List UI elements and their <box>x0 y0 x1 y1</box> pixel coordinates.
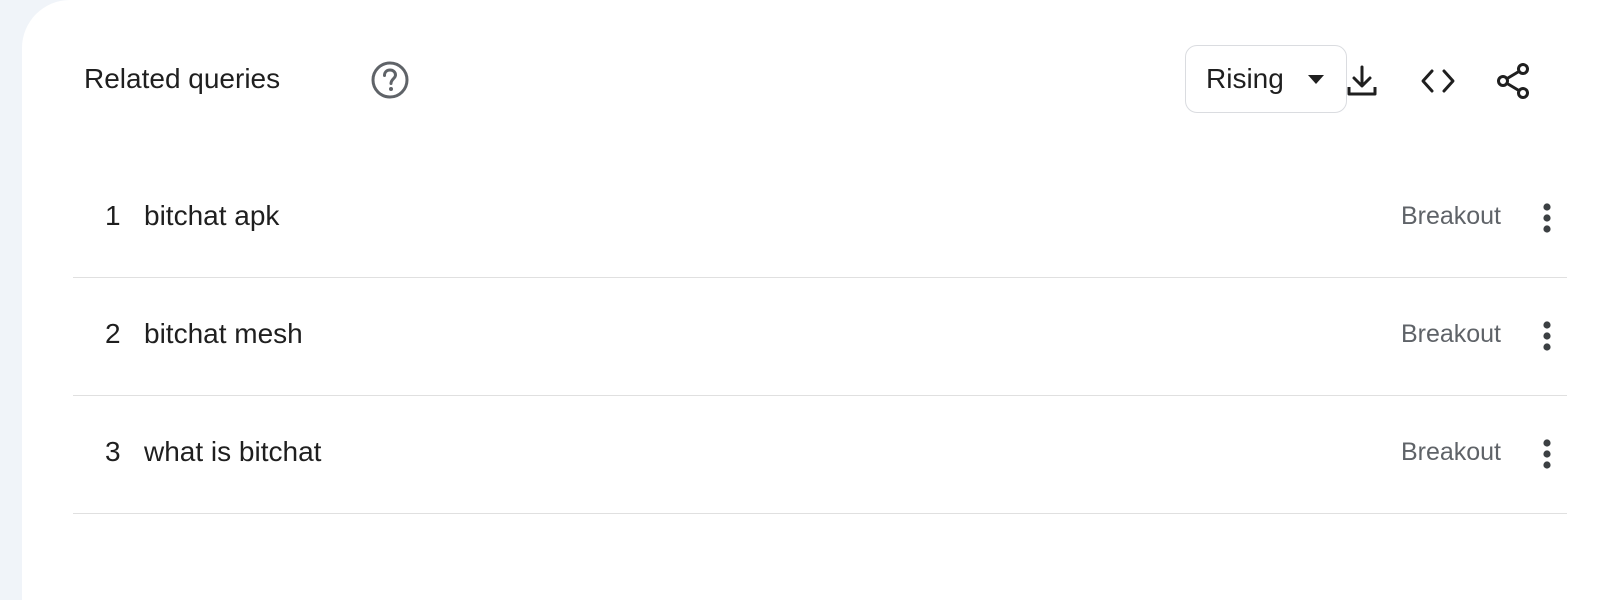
query-text[interactable]: bitchat mesh <box>144 318 303 350</box>
query-text[interactable]: what is bitchat <box>144 436 321 468</box>
more-vert-icon[interactable] <box>1533 314 1561 358</box>
caret-down-icon <box>1308 75 1324 84</box>
code-icon[interactable] <box>1416 59 1460 103</box>
query-value: Breakout <box>1400 438 1501 466</box>
related-queries-list: 1 bitchat apk Breakout 2 bitchat mesh Br… <box>73 160 1567 514</box>
card-title: Related queries <box>84 63 281 94</box>
query-rank: 1 <box>105 200 121 231</box>
card-header: Related queries Rising <box>84 45 1600 115</box>
query-type-dropdown[interactable]: Rising <box>1185 45 1347 113</box>
list-item[interactable]: 3 what is bitchat Breakout <box>73 396 1567 514</box>
query-text[interactable]: bitchat apk <box>144 200 279 232</box>
share-icon[interactable] <box>1491 59 1535 103</box>
help-icon[interactable] <box>370 60 410 100</box>
more-vert-icon[interactable] <box>1533 196 1561 240</box>
query-value: Breakout <box>1400 202 1501 230</box>
download-icon[interactable] <box>1340 59 1384 103</box>
related-queries-card: Related queries Rising 1 bitchat apk Bre… <box>22 0 1600 600</box>
query-rank: 2 <box>105 318 121 349</box>
more-vert-icon[interactable] <box>1533 432 1561 476</box>
list-item[interactable]: 1 bitchat apk Breakout <box>73 160 1567 278</box>
query-value: Breakout <box>1400 320 1501 348</box>
list-item[interactable]: 2 bitchat mesh Breakout <box>73 278 1567 396</box>
dropdown-selected-value: Rising <box>1206 63 1284 94</box>
query-rank: 3 <box>105 436 121 467</box>
